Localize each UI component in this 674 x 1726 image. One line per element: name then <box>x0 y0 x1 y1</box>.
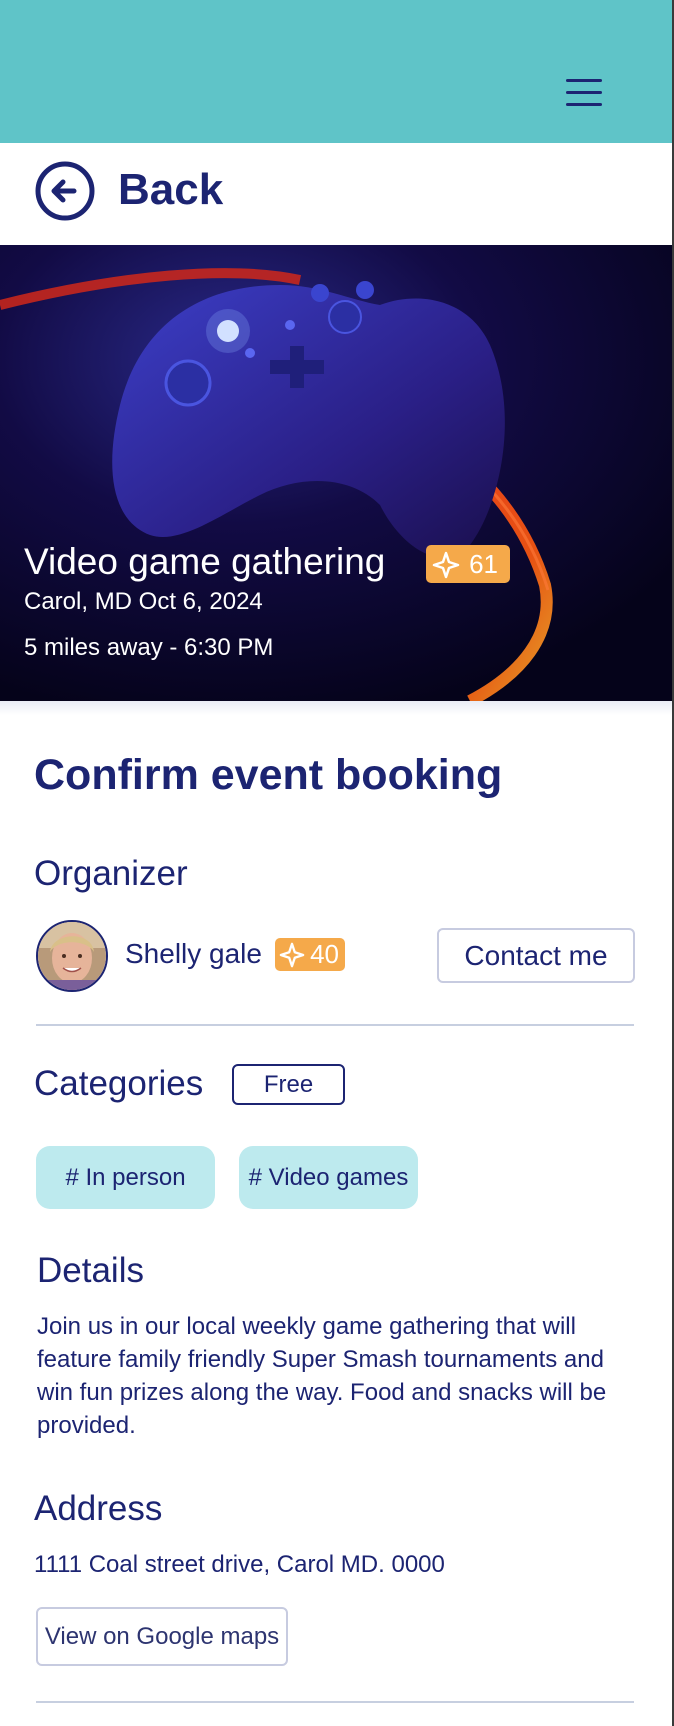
event-location-date: Carol, MD Oct 6, 2024 <box>24 588 263 615</box>
organizer-avatar[interactable] <box>36 920 108 992</box>
categories-heading: Categories <box>34 1064 204 1103</box>
hamburger-menu-icon[interactable] <box>566 78 604 106</box>
event-distance-time: 5 miles away - 6:30 PM <box>24 634 274 661</box>
section-divider <box>36 1024 634 1026</box>
back-bar <box>0 143 672 245</box>
event-title: Video game gathering <box>24 541 386 582</box>
page-title: Confirm event booking <box>34 751 503 799</box>
address-heading: Address <box>34 1489 163 1528</box>
hero-shadow <box>0 701 672 715</box>
price-badge: Free <box>232 1064 345 1105</box>
sparkle-icon <box>432 551 460 579</box>
category-tag-video-games[interactable]: # Video games <box>239 1146 418 1209</box>
event-points-value: 61 <box>469 549 498 579</box>
category-tag-in-person[interactable]: # In person <box>36 1146 215 1209</box>
back-button[interactable]: Back <box>118 162 223 218</box>
details-text: Join us in our local weekly game gatheri… <box>37 1313 607 1439</box>
details-heading: Details <box>37 1251 144 1290</box>
top-bar <box>0 0 672 143</box>
organizer-name: Shelly gale <box>125 938 262 969</box>
contact-me-button[interactable]: Contact me <box>437 928 635 983</box>
arrow-left-circle-icon[interactable] <box>34 160 96 222</box>
avatar-photo <box>38 922 106 990</box>
section-divider <box>36 1701 634 1703</box>
address-text: 1111 Coal street drive, Carol MD. 0000 <box>34 1551 445 1578</box>
organizer-points-badge: 40 <box>275 938 345 971</box>
event-points-badge: 61 <box>426 545 510 583</box>
organizer-heading: Organizer <box>34 854 188 893</box>
organizer-points-value: 40 <box>310 939 339 969</box>
sparkle-icon <box>279 942 305 968</box>
view-on-google-maps-button[interactable]: View on Google maps <box>36 1607 288 1666</box>
